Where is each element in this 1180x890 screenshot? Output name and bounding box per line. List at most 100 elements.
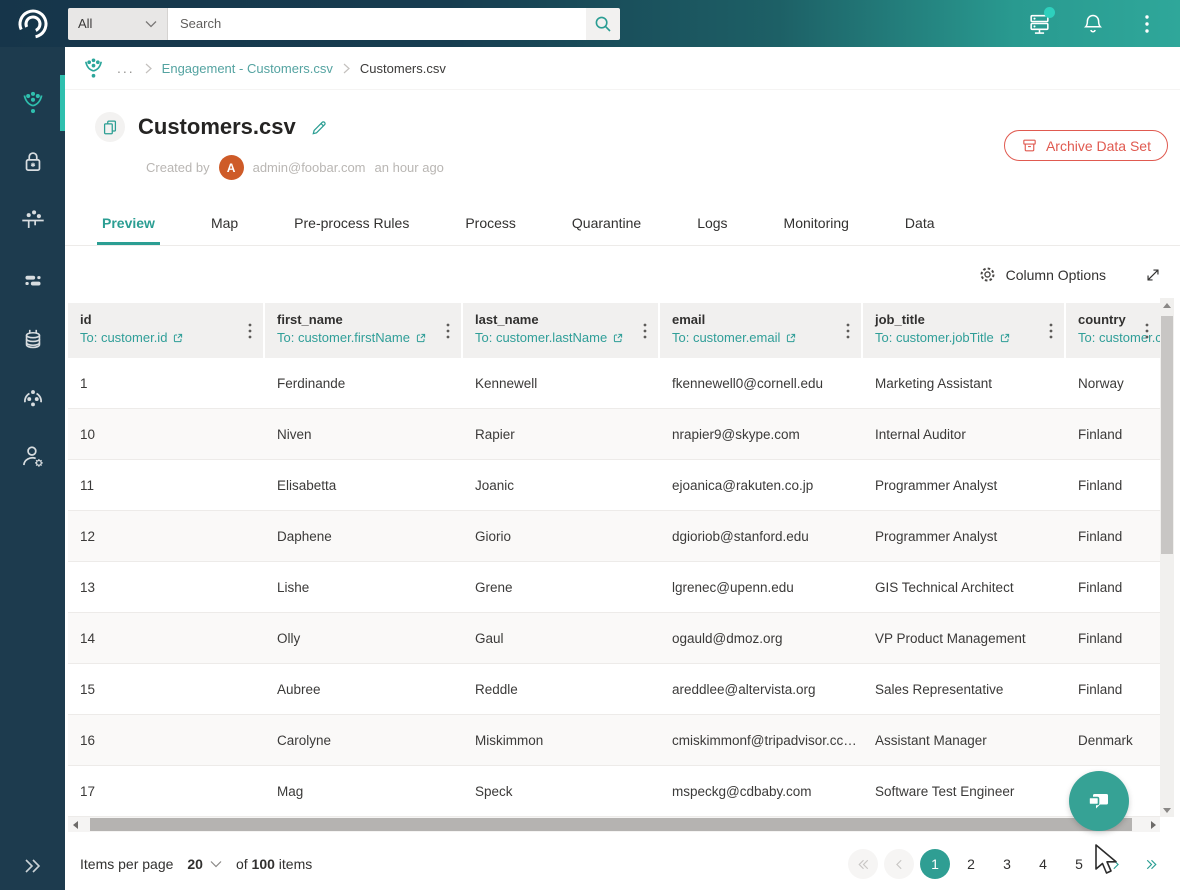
table-cell: Reddle <box>475 681 518 697</box>
expand-table-button[interactable] <box>1144 266 1162 284</box>
external-link-icon <box>416 333 426 342</box>
sidebar-expand-button[interactable] <box>0 854 65 878</box>
data-sources-button[interactable] <box>1026 6 1055 37</box>
tab[interactable]: Quarantine <box>544 200 669 245</box>
tab[interactable]: Map <box>183 200 266 245</box>
tab[interactable]: Logs <box>669 200 755 245</box>
notification-dot <box>1044 6 1055 18</box>
sidebar-item-administration[interactable] <box>0 441 65 473</box>
vertical-scrollbar-thumb[interactable] <box>1161 316 1173 554</box>
column-header: job_title To: customer.jobTitle <box>863 303 1066 358</box>
first-page-button[interactable] <box>848 849 878 879</box>
column-mapping-link[interactable]: To: customer.jobTitle <box>875 330 1040 345</box>
external-link-icon <box>174 333 183 342</box>
table-cell: Programmer Analyst <box>875 528 998 544</box>
dataset-header: Customers.csv Created by A admin@foobar.… <box>65 90 1180 200</box>
edit-title-button[interactable] <box>309 118 328 137</box>
column-menu-button[interactable] <box>842 321 854 341</box>
user-settings-icon <box>22 446 43 467</box>
preview-table: id To: customer.id first_name To: custom… <box>68 303 1160 817</box>
kebab-icon <box>643 323 647 338</box>
breadcrumb-parent-link[interactable]: Engagement - Customers.csv <box>162 61 333 76</box>
table-cell: 13 <box>80 579 96 595</box>
column-menu-button[interactable] <box>639 321 651 341</box>
table-body: 1 Ferdinande Kennewell fkennewell0@corne… <box>68 358 1160 817</box>
search-button[interactable] <box>586 7 620 40</box>
page-number-button[interactable]: 4 <box>1028 849 1058 879</box>
table-cell: Daphene <box>277 528 332 544</box>
search-scope-dropdown[interactable]: All <box>68 7 168 40</box>
tab-label: Quarantine <box>571 214 642 231</box>
column-mapping-link[interactable]: To: customer.id <box>80 330 239 345</box>
page-number-button[interactable]: 3 <box>992 849 1022 879</box>
next-page-button[interactable] <box>1100 849 1130 879</box>
deduplication-icon <box>23 390 42 407</box>
column-menu-button[interactable] <box>244 321 256 341</box>
sidebar-item-streams[interactable] <box>0 264 65 296</box>
more-menu-button[interactable] <box>1134 11 1160 37</box>
kebab-icon <box>846 323 850 338</box>
archive-dataset-button[interactable]: Archive Data Set <box>1003 130 1168 161</box>
chevron-down-icon <box>145 20 157 27</box>
sidebar-item-governance[interactable] <box>0 205 65 237</box>
tab[interactable]: Monitoring <box>756 200 877 245</box>
table-cell: 14 <box>80 630 96 646</box>
scroll-down-button[interactable] <box>1160 803 1174 817</box>
page-size-dropdown[interactable]: 20 <box>187 856 222 872</box>
app-logo[interactable] <box>0 0 65 47</box>
sidebar-item-deduplication[interactable] <box>0 382 65 414</box>
column-menu-button[interactable] <box>442 321 454 341</box>
search-input[interactable] <box>168 7 586 40</box>
column-name: job_title <box>875 312 925 327</box>
external-link-icon <box>1000 333 1009 342</box>
tab-label: Pre-process Rules <box>294 214 410 231</box>
table-cell: Elisabetta <box>277 477 337 493</box>
column-header: id To: customer.id <box>68 303 265 358</box>
table-cell: VP Product Management <box>875 630 1026 646</box>
previous-page-button[interactable] <box>884 849 914 879</box>
column-mapping-link[interactable]: To: customer.c <box>1078 330 1160 345</box>
chevron-right-icon <box>343 63 350 73</box>
horizontal-scrollbar[interactable] <box>68 817 1160 832</box>
column-menu-button[interactable] <box>1141 321 1153 341</box>
tab[interactable]: Process <box>437 200 544 245</box>
sidebar-item-catalog[interactable] <box>0 323 65 355</box>
table-row: 12 Daphene Giorio dgioriob@stanford.edu … <box>68 511 1160 562</box>
breadcrumb-collapsed[interactable]: ... <box>117 60 135 76</box>
tab-label: Preview <box>102 214 155 231</box>
page-size-controls: Items per page 20 of 100 items <box>80 856 312 872</box>
table-cell: Programmer Analyst <box>875 477 998 493</box>
table-cell: Olly <box>277 630 301 646</box>
sidebar-item-engagement[interactable] <box>0 75 65 131</box>
column-mapping-label: To: customer.firstName <box>277 330 410 345</box>
chat-fab-button[interactable] <box>1069 771 1129 831</box>
column-options-button[interactable]: Column Options <box>978 265 1106 284</box>
vertical-scrollbar[interactable] <box>1160 298 1174 817</box>
column-menu-button[interactable] <box>1045 321 1057 341</box>
table-cell: Mag <box>277 783 304 799</box>
column-mapping-link[interactable]: To: customer.lastName <box>475 330 634 345</box>
table-cell: Marketing Assistant <box>875 375 993 391</box>
column-mapping-link[interactable]: To: customer.email <box>672 330 837 345</box>
table-cell: Finland <box>1078 426 1123 442</box>
tab[interactable]: Data <box>877 200 963 245</box>
kebab-icon <box>446 323 450 338</box>
dataset-type-badge <box>95 112 125 142</box>
tab[interactable]: Preview <box>74 200 183 245</box>
last-page-button[interactable] <box>1136 849 1166 879</box>
scroll-up-button[interactable] <box>1160 298 1174 312</box>
notifications-button[interactable] <box>1080 11 1106 37</box>
topbar-actions <box>1026 6 1180 37</box>
sidebar-item-vault[interactable] <box>0 146 65 178</box>
scroll-right-button[interactable] <box>1146 817 1160 832</box>
triangle-up-icon <box>1163 302 1171 308</box>
tab[interactable]: Pre-process Rules <box>266 200 437 245</box>
scroll-left-button[interactable] <box>68 817 82 832</box>
page-number-button[interactable]: 1 <box>920 849 950 879</box>
column-mapping-link[interactable]: To: customer.firstName <box>277 330 437 345</box>
column-options-label: Column Options <box>1005 266 1106 283</box>
double-chevron-right-icon <box>1146 859 1157 869</box>
page-number-button[interactable]: 2 <box>956 849 986 879</box>
horizontal-scrollbar-thumb[interactable] <box>90 818 1132 831</box>
page-number-button[interactable]: 5 <box>1064 849 1094 879</box>
